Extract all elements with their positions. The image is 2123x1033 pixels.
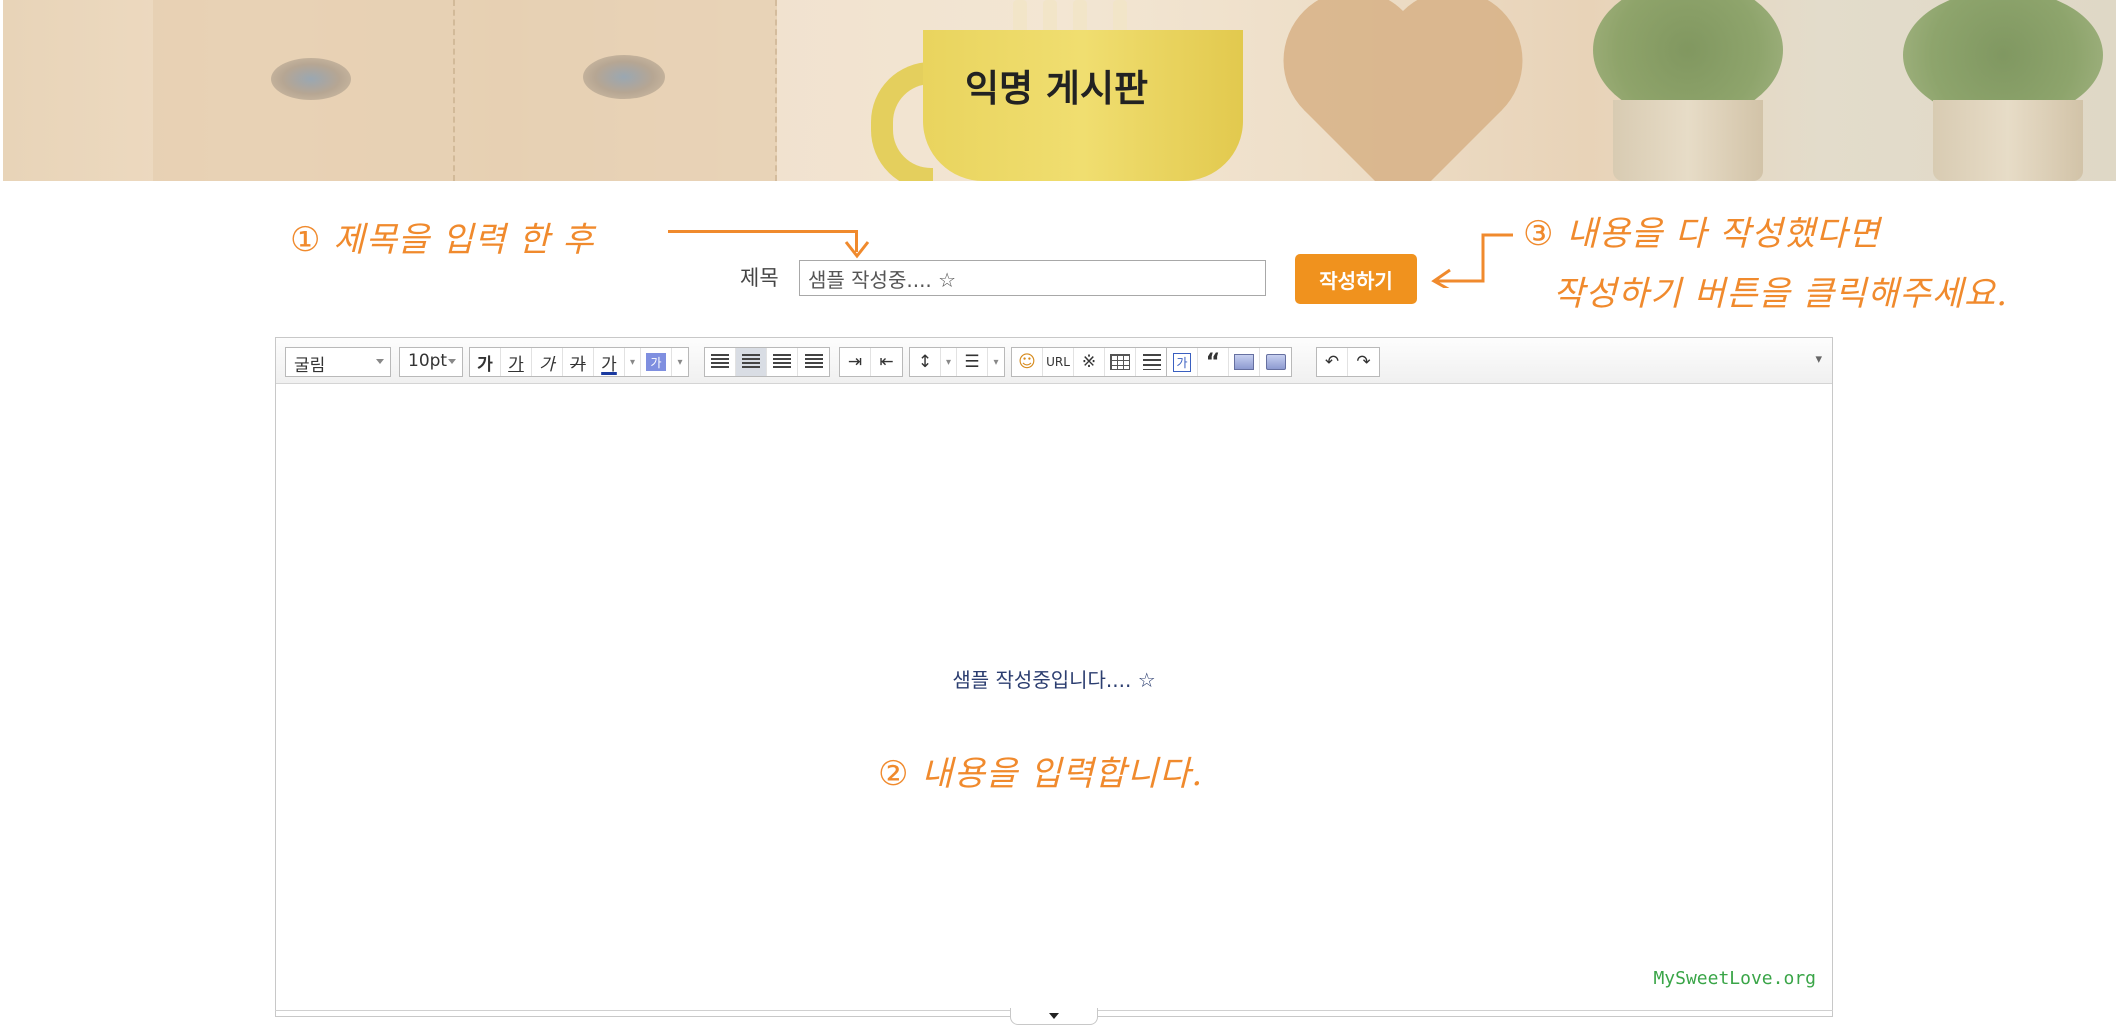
- align-left-icon: [711, 354, 729, 370]
- annotation-step3-line2: 작성하기 버튼을 클릭해주세요.: [1553, 274, 2009, 314]
- spacing-list-group: ↕ ▾ ☰ ▾: [909, 347, 1005, 377]
- annotation-step1-number: ①: [290, 220, 322, 260]
- banner-pot: [1933, 100, 2083, 181]
- annotation-step3-number: ③: [1523, 214, 1555, 254]
- text-box-button[interactable]: 가: [1167, 348, 1198, 376]
- arrow-left-icon: [1431, 233, 1513, 288]
- indent-button[interactable]: ⇥: [840, 348, 871, 376]
- text-style-group: 가 가 가 가 가 ▾ 가 ▾: [469, 347, 689, 377]
- chevron-down-icon: [376, 359, 384, 364]
- background-box-icon: [1234, 354, 1254, 370]
- alignment-group: [704, 347, 830, 377]
- line-height-dropdown-icon[interactable]: ▾: [941, 348, 957, 376]
- outdent-button[interactable]: ⇤: [871, 348, 902, 376]
- background-color-button[interactable]: 가: [641, 348, 672, 376]
- italic-button[interactable]: 가: [532, 348, 563, 376]
- toolbar-more-icon[interactable]: ▾: [1815, 352, 1822, 367]
- align-justify-button[interactable]: [798, 348, 829, 376]
- arrow-down-icon: [844, 241, 870, 259]
- watermark: MySweetLove.org: [1653, 968, 1816, 989]
- align-right-icon: [773, 354, 791, 370]
- block-group: 가 “: [1166, 347, 1292, 377]
- underline-button[interactable]: 가: [501, 348, 532, 376]
- caret-down-icon: [1049, 1013, 1059, 1019]
- bold-button[interactable]: 가: [470, 348, 501, 376]
- align-center-icon: [742, 354, 760, 370]
- align-center-button[interactable]: [736, 348, 767, 376]
- horizontal-line-button[interactable]: [1136, 348, 1167, 376]
- list-dropdown-icon[interactable]: ▾: [988, 348, 1004, 376]
- history-group: ↶ ↷: [1316, 347, 1380, 377]
- font-size-select[interactable]: 10pt: [399, 347, 463, 377]
- table-button[interactable]: [1105, 348, 1136, 376]
- save-button[interactable]: [1260, 348, 1291, 376]
- annotation-step1: ① 제목을 입력 한 후: [290, 212, 595, 261]
- background-color-dropdown-icon[interactable]: ▾: [672, 348, 688, 376]
- insert-group: ☺ URL ※: [1011, 347, 1168, 377]
- line-height-icon[interactable]: ↕: [910, 348, 941, 376]
- url-button[interactable]: URL: [1043, 348, 1074, 376]
- align-justify-icon: [804, 354, 823, 370]
- background-box-button[interactable]: [1229, 348, 1260, 376]
- save-icon: [1265, 354, 1286, 370]
- quote-button[interactable]: “: [1198, 348, 1229, 376]
- background-color-icon: 가: [646, 353, 666, 371]
- special-char-button[interactable]: ※: [1074, 348, 1105, 376]
- title-label: 제목: [740, 266, 779, 290]
- banner-pot: [1613, 100, 1763, 181]
- submit-button[interactable]: 작성하기: [1295, 254, 1417, 304]
- annotation-step3-line1: 내용을 다 작성했다면: [1566, 214, 1881, 254]
- rich-text-editor[interactable]: 굴림 10pt 가 가 가 가 가 ▾ 가 ▾ ⇥ ⇤ ↕ ▾ ☰ ▾ ☺ UR…: [275, 337, 1833, 1017]
- font-color-dropdown-icon[interactable]: ▾: [625, 348, 641, 376]
- annotation-step2-number: ②: [878, 754, 910, 794]
- list-icon[interactable]: ☰: [957, 348, 988, 376]
- annotation-step2-text: 내용을 입력합니다.: [921, 754, 1204, 794]
- annotation-step2: ② 내용을 입력합니다.: [878, 746, 1203, 795]
- text-box-icon: 가: [1173, 352, 1191, 372]
- header-banner: 익명 게시판: [3, 0, 2116, 181]
- editor-content[interactable]: 샘플 작성중입니다.... ☆: [276, 664, 1832, 693]
- font-family-select[interactable]: 굴림: [285, 347, 391, 377]
- font-family-value: 굴림: [294, 356, 326, 376]
- title-input[interactable]: [799, 260, 1266, 296]
- align-right-button[interactable]: [767, 348, 798, 376]
- align-left-button[interactable]: [705, 348, 736, 376]
- arrow-line-step1: [668, 230, 858, 233]
- chevron-down-icon: [448, 359, 456, 364]
- annotation-step1-text: 제목을 입력 한 후: [333, 220, 595, 260]
- undo-button[interactable]: ↶: [1317, 348, 1348, 376]
- annotation-step3: ③ 내용을 다 작성했다면: [1523, 206, 1880, 255]
- emoticon-icon[interactable]: ☺: [1012, 348, 1043, 376]
- table-icon: [1110, 354, 1130, 370]
- redo-button[interactable]: ↷: [1348, 348, 1379, 376]
- horizontal-line-icon: [1142, 354, 1161, 370]
- font-size-value: 10pt: [408, 351, 448, 371]
- indent-group: ⇥ ⇤: [839, 347, 903, 377]
- strikethrough-button[interactable]: 가: [563, 348, 594, 376]
- page-title: 익명 게시판: [964, 67, 1149, 110]
- editor-toolbar: 굴림 10pt 가 가 가 가 가 ▾ 가 ▾ ⇥ ⇤ ↕ ▾ ☰ ▾ ☺ UR…: [276, 338, 1832, 384]
- font-color-button[interactable]: 가: [594, 348, 625, 376]
- editor-resize-handle[interactable]: [1010, 1008, 1098, 1025]
